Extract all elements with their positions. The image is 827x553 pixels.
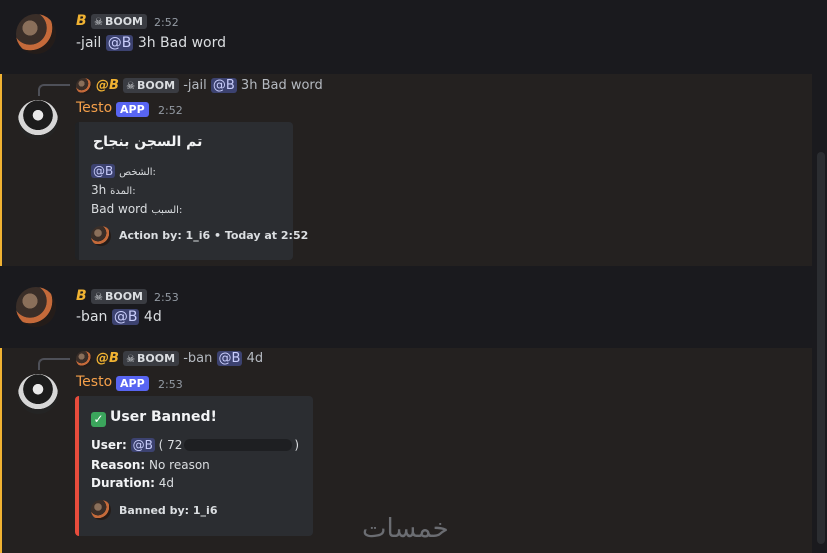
timestamp: 2:53 [158,378,183,391]
username[interactable]: B [76,288,87,304]
command-text: -ban [76,309,108,325]
reply-username: @B [96,78,119,93]
command-text: -jail [76,35,102,51]
message-jail-command[interactable]: B ☠ BOOM 2:52 -jail @B 3h Bad word [0,0,812,72]
skull-icon: ☠ [94,17,103,28]
reply-mention: @B [210,78,237,93]
user-avatar[interactable] [16,287,56,327]
user-mention[interactable]: @B [111,309,140,325]
embed-title-text: User Banned! [110,409,217,425]
embed-field-duration: Duration: 4d [91,476,174,490]
user-id-prefix: ( 72 [158,438,183,452]
bot-avatar[interactable] [18,100,58,140]
footer-avatar [91,500,111,520]
watermark: خمسات [362,514,449,544]
reply-clan-tag: ☠ BOOM [123,351,180,366]
clan-tag[interactable]: ☠ BOOM [91,289,148,304]
reason-label: السبب: [151,205,183,216]
reply-preview[interactable]: @B ☠ BOOM -ban @B 4d [96,351,263,366]
clan-tag[interactable]: ☠ BOOM [91,14,148,29]
check-mark-icon: ✓ [91,412,106,427]
embed-field-duration: 3h المدة: [91,183,136,197]
skull-icon: ☠ [126,81,136,92]
user-mention[interactable]: @B [130,438,155,452]
reply-command: -ban [183,351,213,366]
command-args: 4d [143,309,162,325]
command-args: 3h Bad word [137,35,226,51]
chat-message-list[interactable]: B ☠ BOOM 2:52 -jail @B 3h Bad word @B ☠ BO… [0,0,812,553]
clan-tag-label: BOOM [104,290,144,303]
duration-label: المدة: [110,186,136,197]
duration-value: 3h [91,183,107,197]
reply-args: 4d [246,351,264,366]
embed-field-person: @B الشخص: [91,164,156,178]
jail-embed: تم السجن بنجاح @B الشخص: 3h المدة: Bad w… [75,122,308,260]
user-label: User: [91,438,127,452]
footer-avatar [91,226,111,246]
message-bot-jail-reply[interactable]: @B ☠ BOOM -jail @B 3h Bad word Testo APP … [0,74,812,266]
user-avatar[interactable] [16,14,56,54]
embed-field-reason: Reason: No reason [91,458,210,472]
person-mention[interactable]: @B [91,164,116,178]
timestamp: 2:52 [158,104,183,117]
reply-clan-tag: ☠ BOOM [123,78,180,93]
reply-args: 3h Bad word [240,78,323,93]
message-content: -ban @B 4d [76,309,162,325]
reason-label: Reason: [91,458,146,472]
clan-tag-label: BOOM [104,15,144,28]
redacted-user-id [184,439,293,451]
reply-mention: @B [216,351,243,366]
user-mention[interactable]: @B [105,35,134,51]
embed-title: ✓ User Banned! [91,409,217,427]
reason-value: No reason [149,458,210,472]
reply-tag-label: BOOM [137,352,176,365]
bot-username[interactable]: Testo [76,374,112,390]
app-badge: APP [116,102,149,117]
person-label: الشخص: [119,167,156,178]
reply-avatar [76,351,92,367]
reply-connector [38,84,70,96]
username[interactable]: B [76,13,87,29]
skull-icon: ☠ [94,292,103,303]
reply-tag-label: BOOM [137,79,176,92]
message-content: -jail @B 3h Bad word [76,35,226,51]
ban-embed: ✓ User Banned! User: @B ( 72) Reason: No … [75,396,313,536]
scrollbar[interactable] [812,0,827,553]
embed-footer: Action by: 1_i6 • Today at 2:52 [119,229,309,242]
reason-value: Bad word [91,202,148,216]
embed-title: تم السجن بنجاح [93,134,203,150]
timestamp: 2:53 [154,291,179,304]
timestamp: 2:52 [154,16,179,29]
message-ban-command[interactable]: B ☠ BOOM 2:53 -ban @B 4d [0,276,812,340]
user-id-suffix: ) [294,438,300,452]
bot-username[interactable]: Testo [76,100,112,116]
scrollbar-thumb[interactable] [817,152,825,544]
reply-command: -jail [183,78,207,93]
embed-footer: Banned by: 1_i6 [119,504,218,517]
skull-icon: ☠ [126,354,136,365]
embed-field-reason: Bad word السبب: [91,202,182,216]
app-badge: APP [116,376,149,391]
reply-username: @B [96,351,119,366]
reply-avatar [76,78,92,94]
duration-value: 4d [158,476,175,490]
embed-field-user: User: @B ( 72) [91,438,299,452]
reply-connector [38,358,70,370]
duration-label: Duration: [91,476,155,490]
reply-preview[interactable]: @B ☠ BOOM -jail @B 3h Bad word [96,78,323,93]
bot-avatar[interactable] [18,374,58,414]
